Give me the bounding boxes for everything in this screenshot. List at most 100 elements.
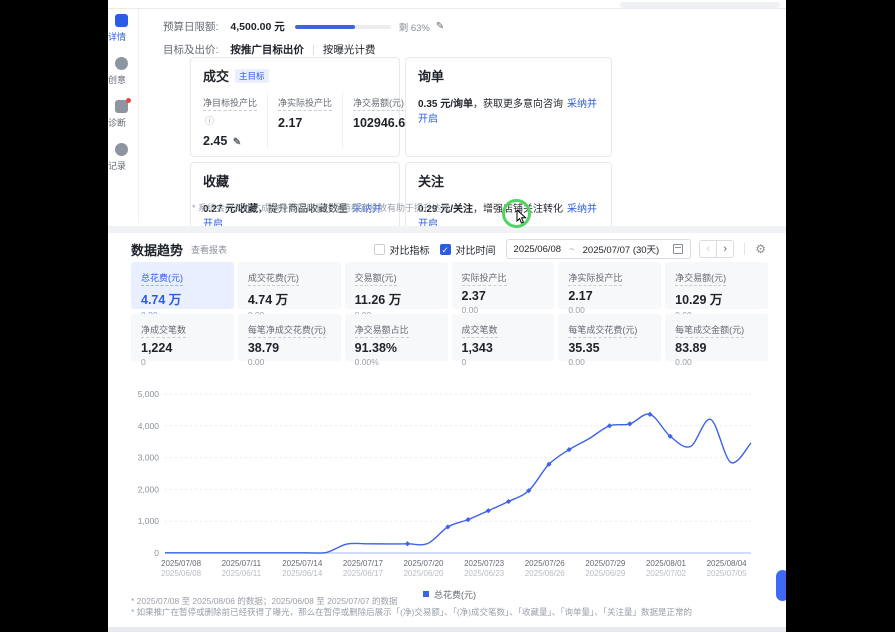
goal-stat-label: 净实际投产比 [278, 96, 332, 111]
trend-header: 数据趋势 查看报表 对比指标 ✓ 对比时间 2025/06/08 ~ 2025/… [131, 239, 766, 259]
goal-card-title: 询单 [418, 66, 444, 85]
sidebar-item-campaign-detail[interactable]: 详情 [110, 14, 139, 43]
tab-bid-by-impression[interactable]: 按曝光计费 [323, 42, 376, 57]
compare-time-checkbox[interactable]: ✓ [440, 244, 451, 255]
metric-value: 91.38% [355, 341, 438, 355]
daily-budget-label: 预算日限额: [163, 19, 218, 34]
svg-text:2025/06/23: 2025/06/23 [464, 569, 505, 578]
info-icon[interactable]: ⓘ [205, 116, 214, 126]
data-trend-panel: 数据趋势 查看报表 对比指标 ✓ 对比时间 2025/06/08 ~ 2025/… [108, 233, 786, 627]
line-chart-svg: 01,0002,0003,0004,0005,0002025/07/082025… [131, 381, 768, 581]
metric-value: 2.37 [462, 289, 545, 303]
svg-text:2025/07/11: 2025/07/11 [222, 559, 262, 568]
metric-card-净交易额(元)[interactable]: 净交易额(元)10.29 万0.00 [665, 262, 768, 309]
goal-card-desc: 0.35 元/询单，获取更多意向咨询采纳并开启 [418, 95, 599, 125]
metric-label: 每笔成交花费(元) [568, 323, 637, 338]
sidebar-item-label: 详情 [108, 30, 139, 43]
metric-card-净实际投产比[interactable]: 净实际投产比2.170.00 [558, 262, 661, 309]
svg-text:2025/07/23: 2025/07/23 [464, 559, 505, 568]
prev-period-button[interactable]: ‹ [699, 240, 717, 258]
metric-value: 4.74 万 [248, 289, 331, 308]
compare-metric-label: 对比指标 [390, 242, 430, 257]
svg-text:2025/06/26: 2025/06/26 [525, 569, 566, 578]
svg-text:2,000: 2,000 [138, 484, 160, 494]
legend-item-total-spend[interactable]: 总花费(元) [423, 588, 476, 601]
goal-bid-row: 目标及出价: 按推广目标出价 按曝光计费 [163, 42, 375, 57]
svg-text:2025/07/05: 2025/07/05 [707, 569, 748, 578]
goal-stat-value: 2.17 [278, 116, 332, 130]
metric-card-每笔净成交花费(元)[interactable]: 每笔净成交花费(元)38.790.00 [238, 314, 341, 361]
left-mini-sidebar: 详情创意诊断记录 [108, 9, 139, 223]
controls-divider [744, 243, 745, 255]
metric-value: 11.26 万 [355, 289, 438, 308]
metric-label: 成交笔数 [462, 323, 498, 338]
metric-card-净成交笔数[interactable]: 净成交笔数1,2240 [131, 314, 234, 361]
sidebar-item-history[interactable]: 记录 [110, 143, 139, 172]
metric-compare-value: 0 [462, 357, 545, 367]
goal-stat: 净交易额(元)102946.60 [353, 93, 412, 148]
metric-card-每笔成交花费(元)[interactable]: 每笔成交花费(元)35.350.00 [558, 314, 661, 361]
compare-metric-checkbox[interactable] [374, 244, 385, 255]
sidebar-item-diagnose[interactable]: 诊断 [110, 100, 139, 129]
svg-text:2025/08/01: 2025/08/01 [646, 559, 687, 568]
metric-value: 38.79 [248, 341, 331, 355]
goal-card-title: 收藏 [203, 171, 229, 190]
tab-bid-by-goal[interactable]: 按推广目标出价 [230, 42, 304, 57]
budget-remaining-label: 剩 63% [399, 20, 430, 34]
metric-value: 1,224 [141, 341, 224, 355]
date-pager: ‹ › [699, 240, 734, 258]
next-period-button[interactable]: › [716, 240, 734, 258]
svg-text:2025/07/17: 2025/07/17 [343, 559, 384, 568]
metric-label: 净成交笔数 [141, 323, 186, 338]
svg-text:4,000: 4,000 [138, 421, 160, 431]
legend-label: 总花费(元) [434, 588, 476, 601]
sidebar-item-creative[interactable]: 创意 [110, 57, 139, 86]
gear-icon[interactable]: ⚙ [755, 242, 766, 256]
legend-color-swatch [423, 591, 429, 597]
section-divider [108, 226, 786, 233]
metric-card-净交易额占比[interactable]: 净交易额占比91.38%0.00% [345, 314, 448, 361]
letterboxed-stage: 详情创意诊断记录 预算日限额: 4,500.00 元 剩 63% ✎ 目标及出价… [0, 0, 895, 632]
notification-dot [126, 98, 131, 103]
bottom-scroll-strip [108, 627, 786, 632]
metric-label: 总花费(元) [141, 271, 183, 286]
chart-footnote-2: * 如果推广在暂停或删除前已经获得了曝光，那么在暂停或删除后展示「(净)交易额」… [131, 606, 692, 618]
metric-card-总花费(元)[interactable]: 总花费(元)4.74 万0.00 [131, 262, 234, 309]
metric-value: 83.89 [675, 341, 758, 355]
goal-stat: 净目标投产比ⓘ2.45 ✎ [203, 93, 268, 148]
metric-label: 净实际投产比 [568, 271, 622, 286]
svg-text:2025/06/17: 2025/06/17 [343, 569, 384, 578]
metric-card-成交笔数[interactable]: 成交笔数1,3430 [452, 314, 555, 361]
metric-value: 35.35 [568, 341, 651, 355]
goal-note: * 系统会尽可能达成你设置的目标，保持稳定投放有助于提升达成 [192, 201, 450, 214]
svg-text:1,000: 1,000 [138, 516, 160, 526]
metric-value: 10.29 万 [675, 289, 758, 308]
primary-goal-badge: 主目标 [235, 69, 269, 83]
svg-text:2025/06/14: 2025/06/14 [282, 569, 323, 578]
metric-card-实际投产比[interactable]: 实际投产比2.370.00 [452, 262, 555, 309]
date-range-input[interactable]: 2025/06/08 ~ 2025/07/07 (30天) [506, 239, 692, 259]
floating-side-button[interactable] [776, 570, 786, 601]
metric-label: 每笔成交金额(元) [675, 323, 744, 338]
diagnose-icon [115, 100, 128, 113]
metric-compare-value: 0.00 [675, 357, 758, 367]
metric-card-每笔成交金额(元)[interactable]: 每笔成交金额(元)83.890.00 [665, 314, 768, 361]
metric-card-成交花费(元)[interactable]: 成交花费(元)4.74 万0.00 [238, 262, 341, 309]
campaign-detail-icon [115, 14, 128, 27]
daily-budget-row: 预算日限额: 4,500.00 元 剩 63% ✎ [163, 19, 444, 34]
view-report-link[interactable]: 查看报表 [191, 243, 227, 256]
spend-trend-chart: 01,0002,0003,0004,0005,0002025/07/082025… [131, 381, 768, 581]
history-icon [115, 143, 128, 156]
edit-budget-icon[interactable]: ✎ [436, 21, 444, 32]
metric-label: 净交易额(元) [675, 271, 726, 286]
edit-target-icon[interactable]: ✎ [233, 137, 241, 148]
metric-label: 净交易额占比 [355, 323, 409, 338]
metric-value: 2.17 [568, 289, 651, 303]
metric-compare-value: 0.00 [568, 357, 651, 367]
svg-text:2025/07/02: 2025/07/02 [646, 569, 687, 578]
svg-text:2025/07/14: 2025/07/14 [282, 559, 323, 568]
svg-text:2025/06/29: 2025/06/29 [585, 569, 626, 578]
app-window: 详情创意诊断记录 预算日限额: 4,500.00 元 剩 63% ✎ 目标及出价… [108, 0, 786, 632]
metric-card-交易额(元)[interactable]: 交易额(元)11.26 万0.00 [345, 262, 448, 309]
daily-budget-value: 4,500.00 元 [230, 19, 284, 34]
